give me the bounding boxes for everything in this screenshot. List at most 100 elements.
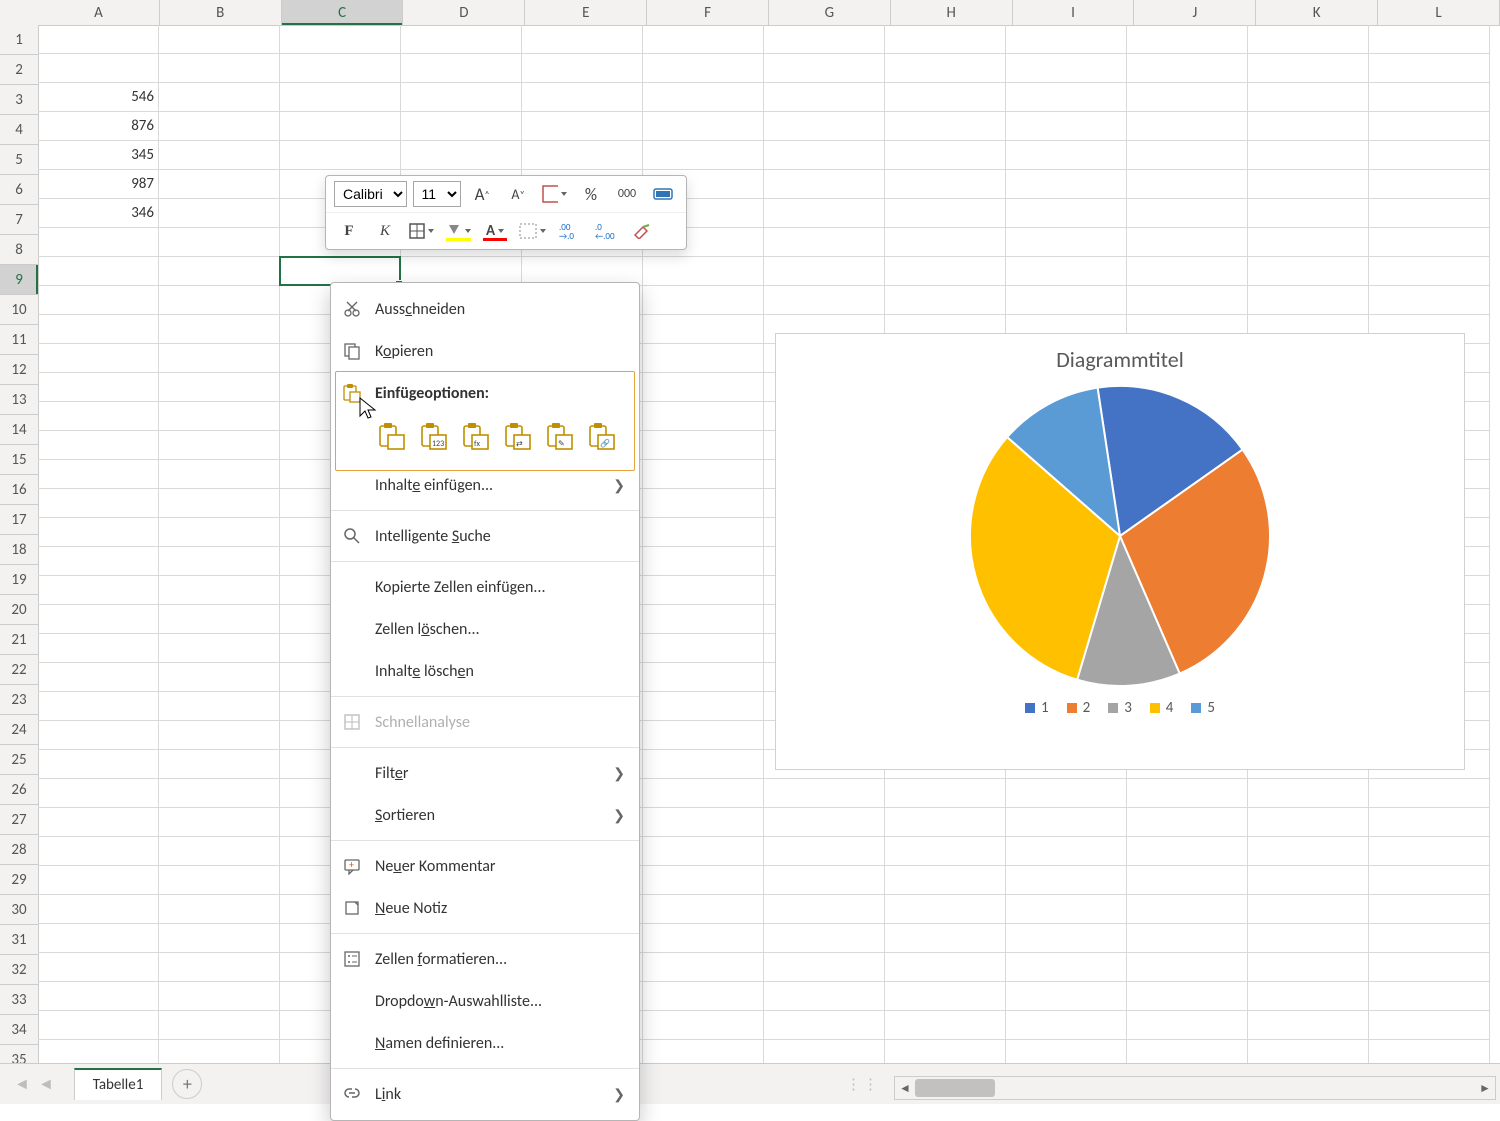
column-header[interactable]: I [1013,0,1135,25]
smart-lookup-menu-item[interactable]: Intelligente Suche [331,515,639,557]
cell[interactable]: 345 [38,141,159,170]
row-header[interactable]: 28 [0,835,38,865]
row-header[interactable]: 19 [0,565,38,595]
cell[interactable] [38,431,159,460]
row-header[interactable]: 7 [0,205,38,235]
cell[interactable] [38,228,159,257]
cell[interactable] [885,953,1006,982]
cell[interactable] [1248,170,1369,199]
cell[interactable] [1006,837,1127,866]
cell[interactable] [885,1011,1006,1040]
cell[interactable] [764,924,885,953]
chart-plot-area[interactable] [776,381,1464,691]
format-painter-button[interactable] [648,181,678,207]
cell[interactable] [643,576,764,605]
cell[interactable] [38,402,159,431]
cell[interactable] [643,518,764,547]
link-menu-item[interactable]: Link ❯ [331,1073,639,1115]
new-note-menu-item[interactable]: Neue Notiz [331,887,639,929]
row-header[interactable]: 17 [0,505,38,535]
cell[interactable] [1369,83,1490,112]
cell[interactable] [1369,25,1490,54]
copy-menu-item[interactable]: Kopieren [331,330,639,372]
cell[interactable] [38,460,159,489]
cell[interactable] [1127,924,1248,953]
cell[interactable] [885,924,1006,953]
cell[interactable] [1127,837,1248,866]
cell[interactable] [1127,982,1248,1011]
cell[interactable] [1006,199,1127,228]
legend-item[interactable]: 5 [1191,699,1215,717]
cell[interactable]: 876 [38,112,159,141]
cell[interactable] [643,286,764,315]
cell[interactable] [643,634,764,663]
percent-format-button[interactable]: % [576,181,606,207]
row-header[interactable]: 10 [0,295,38,325]
paste-button[interactable] [375,420,407,452]
cell[interactable] [764,808,885,837]
cell[interactable] [401,25,522,54]
paste-formatting-button[interactable]: ✎ [543,420,575,452]
cell[interactable] [38,257,159,286]
cell[interactable] [643,489,764,518]
cell[interactable] [159,286,280,315]
cell[interactable] [643,141,764,170]
cell[interactable] [1369,808,1490,837]
cell[interactable] [643,547,764,576]
cell[interactable] [1248,953,1369,982]
cell[interactable] [522,112,643,141]
cell[interactable] [885,808,1006,837]
cell[interactable] [38,344,159,373]
cell[interactable] [643,750,764,779]
cell[interactable] [764,1011,885,1040]
cell[interactable] [1127,286,1248,315]
sort-menu-item[interactable]: Sortieren ❯ [331,794,639,836]
cell[interactable] [885,257,1006,286]
cell[interactable] [159,25,280,54]
cell[interactable] [1006,779,1127,808]
row-header[interactable]: 25 [0,745,38,775]
tab-first-icon[interactable]: ◄ [14,1075,30,1094]
cell[interactable] [1248,228,1369,257]
cell[interactable] [159,721,280,750]
cell[interactable] [159,170,280,199]
cell[interactable] [159,895,280,924]
column-header[interactable]: A [38,0,160,25]
cell[interactable] [885,112,1006,141]
legend-item[interactable]: 1 [1025,699,1049,717]
cell[interactable] [643,808,764,837]
borders-button[interactable] [406,218,437,244]
cell[interactable] [1248,1040,1369,1064]
tab-nav-buttons[interactable]: ◄ ► [0,1075,68,1094]
cell[interactable] [643,837,764,866]
chart-legend[interactable]: 12345 [776,699,1464,717]
clear-contents-menu-item[interactable]: Inhalte löschen [331,650,639,692]
cell[interactable] [1369,1040,1490,1064]
cell[interactable] [38,808,159,837]
cell[interactable] [764,257,885,286]
cell[interactable] [159,547,280,576]
cell[interactable] [280,25,401,54]
cell[interactable] [1127,112,1248,141]
cell[interactable] [1248,924,1369,953]
cell[interactable] [1369,779,1490,808]
cell[interactable] [1127,257,1248,286]
cell[interactable] [885,199,1006,228]
cell[interactable] [522,25,643,54]
row-header[interactable]: 1 [0,25,38,55]
cell[interactable] [38,837,159,866]
cell[interactable] [1006,257,1127,286]
cell[interactable] [159,54,280,83]
cell[interactable] [159,692,280,721]
scroll-right-icon[interactable]: ► [1475,1081,1495,1096]
cell[interactable] [643,1011,764,1040]
column-header[interactable]: F [647,0,769,25]
cell[interactable] [1369,1011,1490,1040]
cell[interactable] [159,663,280,692]
cell[interactable] [885,228,1006,257]
cell[interactable] [1006,83,1127,112]
cell[interactable] [159,83,280,112]
row-header[interactable]: 29 [0,865,38,895]
cell[interactable] [764,779,885,808]
cell[interactable] [1369,866,1490,895]
